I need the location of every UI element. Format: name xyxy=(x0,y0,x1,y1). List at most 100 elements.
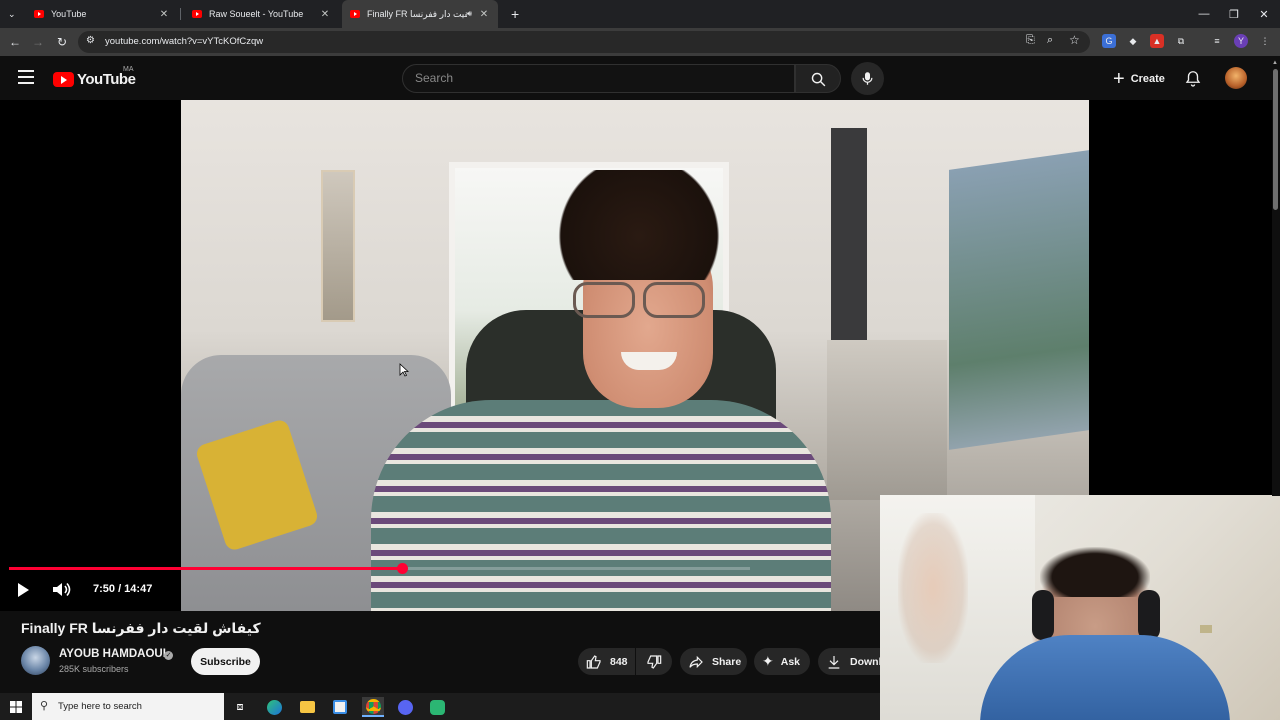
share-label: Share xyxy=(712,655,742,668)
restore-icon[interactable]: ❐ xyxy=(1218,0,1250,28)
chevron-down-icon: ⌄ xyxy=(8,8,16,19)
file-explorer-icon[interactable] xyxy=(297,697,317,717)
back-arrow-icon[interactable]: ← xyxy=(4,28,26,56)
edge-browser-icon[interactable] xyxy=(264,697,284,717)
person-sweater-image xyxy=(371,400,831,611)
like-button[interactable]: 848 xyxy=(578,648,635,675)
plus-icon: + xyxy=(1113,67,1125,90)
share-button[interactable]: Share xyxy=(680,648,747,675)
mouse-cursor-icon xyxy=(399,363,409,377)
waving-hand-image xyxy=(898,513,968,663)
extension-red-icon[interactable]: ▲ xyxy=(1150,34,1164,48)
subscriber-count: 285K subscribers xyxy=(59,664,129,674)
verified-badge-icon: ✓ xyxy=(164,651,173,660)
extensions-puzzle-icon[interactable]: ⧉ xyxy=(1174,34,1188,48)
play-icon[interactable] xyxy=(15,582,31,598)
browser-toolbar: ← → ↻ ⚙ youtube.com/watch?v=vYTcKOfCzqw … xyxy=(0,28,1280,56)
share-arrow-icon xyxy=(689,655,703,668)
speaker-icon[interactable]: 🔊︎ xyxy=(467,9,472,19)
video-title: Finally FR كيفاش لقيت دار ففرنسا xyxy=(21,620,261,636)
create-button[interactable]: + Create xyxy=(1105,64,1173,93)
headphone-right-image xyxy=(1138,590,1160,640)
youtube-wordmark: YouTube xyxy=(77,70,136,88)
search-icon: ⚲ xyxy=(40,700,49,712)
bookmark-star-icon[interactable]: ☆ xyxy=(1069,33,1080,47)
dislike-button[interactable] xyxy=(636,648,672,675)
android-app-icon[interactable] xyxy=(427,697,447,717)
glasses-left-image xyxy=(573,282,635,318)
profile-avatar-icon[interactable]: Y xyxy=(1234,34,1248,48)
voice-search-button[interactable] xyxy=(851,62,884,95)
seek-bar[interactable] xyxy=(9,563,750,574)
translate-extension-icon[interactable]: G xyxy=(1102,34,1116,48)
windows-start-icon[interactable] xyxy=(10,701,22,713)
minimize-icon[interactable]: — xyxy=(1188,0,1220,28)
reading-list-icon[interactable]: ≡ xyxy=(1210,34,1224,48)
headphone-left-image xyxy=(1032,590,1054,640)
extension-diamond-icon[interactable]: ◆ xyxy=(1126,34,1140,48)
scroll-up-arrow-icon[interactable]: ▲ xyxy=(1272,60,1278,66)
new-tab-button[interactable]: + xyxy=(503,0,523,28)
seek-bar-knob[interactable] xyxy=(396,563,408,574)
tab-title: Finally FR كيفاش لقيت دار ففرنسا xyxy=(367,8,467,19)
time-display: 7:50 / 14:47 xyxy=(93,583,153,595)
address-bar[interactable]: ⚙ youtube.com/watch?v=vYTcKOfCzqw ⎘ ⌕ ☆ xyxy=(78,31,1090,53)
discord-app-icon[interactable] xyxy=(395,697,415,717)
search-input[interactable] xyxy=(415,71,775,85)
create-label: Create xyxy=(1130,72,1165,85)
browser-tab-active[interactable]: Finally FR كيفاش لقيت دار ففرنسا 🔊︎ ✕ xyxy=(342,0,498,28)
like-count: 848 xyxy=(610,655,628,668)
close-icon[interactable]: ✕ xyxy=(158,9,170,20)
webcam-overlay xyxy=(880,495,1280,720)
ask-button[interactable]: ✦ Ask xyxy=(754,648,810,675)
download-label: Downlo xyxy=(850,655,880,668)
notifications-bell-icon[interactable] xyxy=(1184,69,1202,88)
task-view-icon[interactable]: ⧈ xyxy=(230,697,250,717)
tab-title: YouTube xyxy=(51,9,87,19)
window-close-icon[interactable]: ✕ xyxy=(1248,0,1280,28)
thumbs-down-icon xyxy=(647,654,662,669)
search-input-container[interactable] xyxy=(402,64,795,93)
seek-bar-played xyxy=(9,567,402,570)
hamburger-menu-icon[interactable] xyxy=(18,70,34,84)
shelf-image xyxy=(827,340,947,500)
sparkle-icon: ✦ xyxy=(762,653,774,669)
download-icon xyxy=(828,655,840,669)
url-text[interactable]: youtube.com/watch?v=vYTcKOfCzqw xyxy=(105,36,263,47)
zoom-icon[interactable]: ⌕ xyxy=(1047,34,1053,47)
volume-icon[interactable] xyxy=(52,581,72,598)
install-app-icon[interactable]: ⎘ xyxy=(1026,34,1035,47)
forward-arrow-icon[interactable]: → xyxy=(27,28,49,56)
browser-tab-strip: ⌄ YouTube ✕ Raw Soueelt - YouTube ✕ Fina… xyxy=(0,0,1280,28)
streamer-hair-image xyxy=(1040,547,1150,597)
microphone-icon xyxy=(862,72,873,85)
subscribe-button[interactable]: Subscribe xyxy=(191,648,260,675)
chrome-browser-icon[interactable] xyxy=(362,697,384,717)
youtube-favicon-icon xyxy=(192,10,202,18)
site-info-icon[interactable]: ⚙ xyxy=(86,35,95,46)
kebab-menu-icon[interactable]: ⋮ xyxy=(1258,34,1272,48)
microsoft-store-icon[interactable] xyxy=(330,697,350,717)
glasses-right-image xyxy=(643,282,705,318)
download-button[interactable]: Downlo xyxy=(818,648,880,675)
youtube-favicon-icon xyxy=(34,10,44,18)
search-icon xyxy=(811,72,826,87)
close-icon[interactable]: ✕ xyxy=(478,9,490,20)
taskbar-search-box[interactable]: ⚲ Type here to search xyxy=(32,693,224,720)
browser-tab[interactable]: Raw Soueelt - YouTube ✕ xyxy=(184,0,339,28)
wall-frame-image xyxy=(321,170,355,322)
person-hair-image xyxy=(549,170,729,280)
thumbs-up-icon xyxy=(586,654,601,669)
tab-divider xyxy=(180,8,181,20)
wall-switch-image xyxy=(1200,625,1212,633)
channel-name[interactable]: AYOUB HAMDAOUI xyxy=(59,648,166,660)
reload-icon[interactable]: ↻ xyxy=(51,28,73,56)
browser-tab[interactable]: YouTube ✕ xyxy=(26,0,178,28)
search-button[interactable] xyxy=(795,64,841,93)
ask-label: Ask xyxy=(780,655,800,668)
account-avatar[interactable] xyxy=(1225,67,1247,89)
scrollbar-thumb[interactable] xyxy=(1273,69,1278,210)
close-icon[interactable]: ✕ xyxy=(319,9,331,20)
tab-title: Raw Soueelt - YouTube xyxy=(209,9,304,19)
channel-avatar[interactable] xyxy=(21,646,50,675)
